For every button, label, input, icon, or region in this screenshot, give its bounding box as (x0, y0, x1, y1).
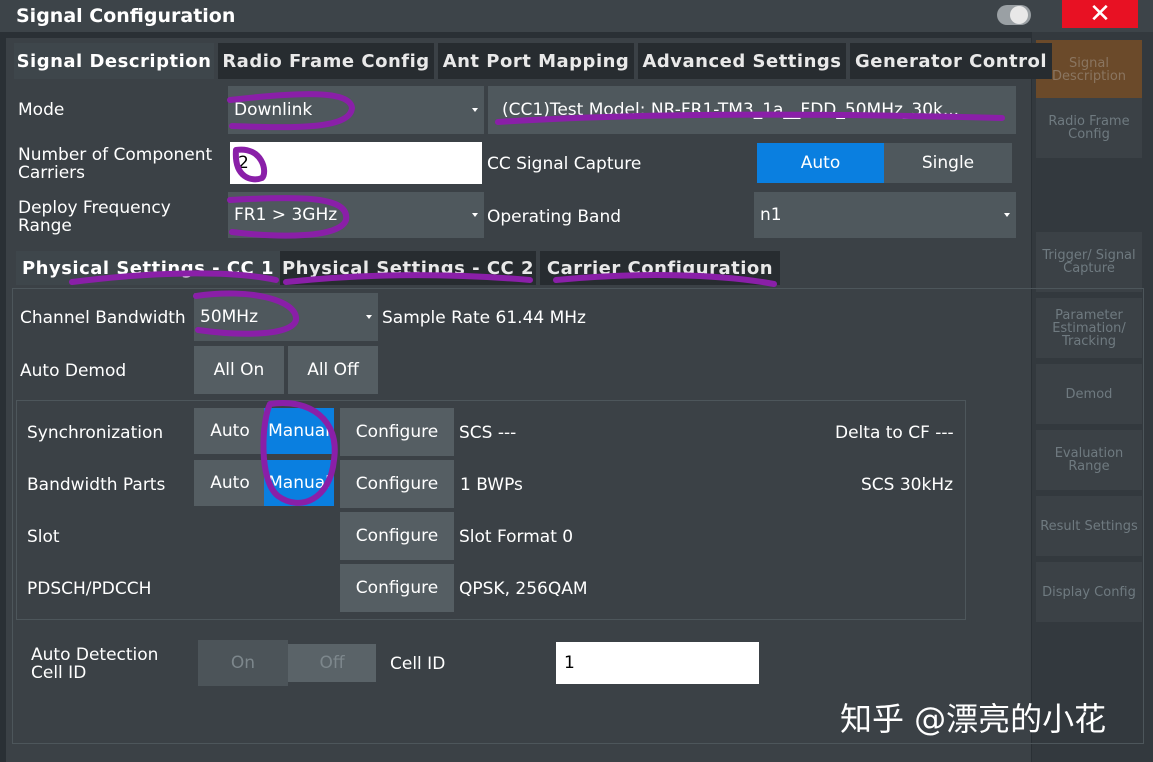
annotation-marks (69, 91, 1005, 506)
annotation-physical-cc1 (69, 270, 279, 285)
watermark: 知乎 @漂亮的小花 (840, 700, 1107, 738)
annotation-deploy (227, 195, 350, 239)
annotation-test-model (495, 111, 1005, 125)
annotation-manual (260, 400, 338, 506)
annotation-carrier-config (553, 272, 777, 287)
annotation-carriers (232, 146, 268, 183)
annotation-channel-bw (193, 290, 299, 337)
annotation-physical-cc2 (283, 272, 533, 285)
annotation-mode (227, 91, 356, 131)
